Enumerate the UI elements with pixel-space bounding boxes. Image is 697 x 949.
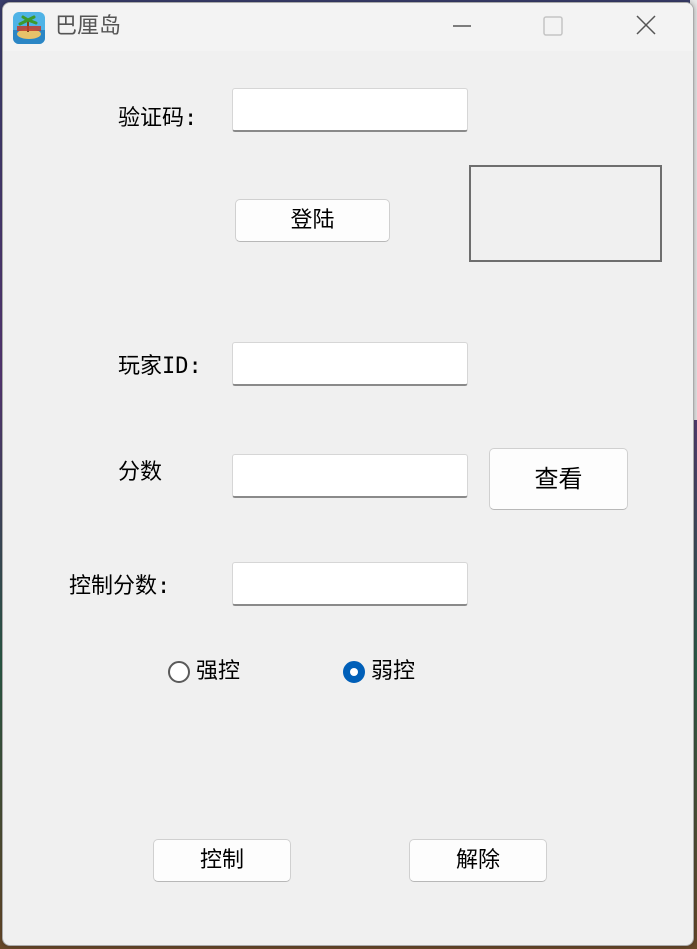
close-icon: [636, 15, 656, 35]
radio-strong-control[interactable]: 强控: [168, 658, 240, 686]
score-input[interactable]: [232, 454, 468, 498]
window-title: 巴厘岛: [55, 14, 122, 39]
control-button[interactable]: 控制: [153, 839, 291, 882]
player-id-label: 玩家ID:: [118, 354, 202, 379]
radio-weak-control[interactable]: 弱控: [343, 658, 415, 686]
login-button[interactable]: 登陆: [235, 199, 390, 242]
radio-selected-icon: [343, 661, 365, 683]
close-button[interactable]: [601, 3, 691, 51]
player-id-input[interactable]: [232, 342, 468, 386]
maximize-button: [507, 3, 597, 51]
score-label: 分数: [118, 460, 163, 485]
app-window: 巴厘岛 验证码: 登陆 玩家ID: 分数 查看 控制分数: 强控 弱控 控制 解…: [2, 2, 694, 946]
radio-weak-control-label: 弱控: [371, 659, 416, 684]
minimize-icon: [453, 25, 471, 27]
captcha-image[interactable]: [469, 165, 662, 262]
view-button[interactable]: 查看: [489, 448, 628, 510]
radio-strong-control-label: 强控: [196, 659, 241, 684]
control-score-label: 控制分数:: [69, 574, 171, 599]
maximize-icon: [543, 16, 563, 36]
app-logo-icon: [13, 12, 45, 44]
captcha-input[interactable]: [232, 88, 468, 132]
captcha-label: 验证码:: [118, 106, 198, 131]
radio-unselected-icon: [168, 661, 190, 683]
title-bar[interactable]: 巴厘岛: [3, 3, 693, 51]
minimize-button[interactable]: [417, 3, 507, 51]
release-button[interactable]: 解除: [409, 839, 547, 882]
control-score-input[interactable]: [232, 562, 468, 606]
